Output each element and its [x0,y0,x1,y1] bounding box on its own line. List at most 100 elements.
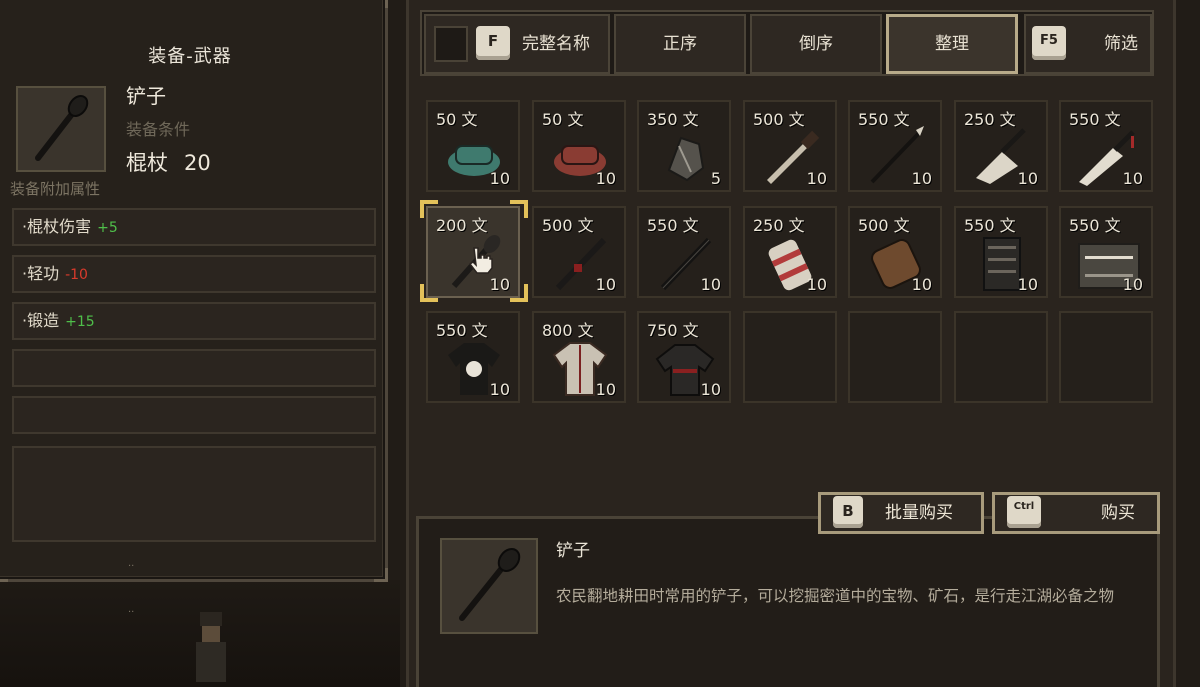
hand-cursor-icon [468,247,493,274]
panel-corner-ornament [374,0,388,8]
item-price: 500 文 [858,216,910,235]
item-quantity: 10 [911,275,932,294]
scroll-dots: .. [128,604,135,615]
attr-label: ·锻造 [22,311,60,330]
item-quantity: 10 [1122,275,1143,294]
item-quantity: 10 [1122,169,1143,188]
item-slot[interactable]: 550 文 10 [1059,206,1153,298]
panel-corner-ornament [0,568,8,582]
item-quantity: 10 [911,169,932,188]
key-b-icon: B [833,496,863,528]
bulk-buy-label: 批量购买 [885,503,953,523]
empty-item-slot[interactable] [848,311,942,403]
item-slot[interactable]: 550 文 10 [848,100,942,192]
item-price: 550 文 [1069,216,1121,235]
equipped-item-slot[interactable] [16,86,106,172]
item-price: 200 文 [436,216,488,235]
item-slot[interactable]: 550 文 10 [637,206,731,298]
key-f-icon: F [476,26,510,60]
selection-corner [510,200,528,218]
item-price: 550 文 [436,321,488,340]
tab-full-name[interactable]: F 完整名称 [424,14,610,74]
attr-row: ·轻功 -10 [12,255,376,293]
item-quantity: 10 [595,169,616,188]
stat-label: 棍杖 [126,151,168,175]
scroll-dots: .. [128,558,135,569]
item-quantity: 10 [700,380,721,399]
item-slot[interactable]: 350 文 5 [637,100,731,192]
dark-ore-icon [667,136,705,182]
buy-label: 购买 [1101,503,1135,523]
item-slot[interactable]: 250 文 10 [954,100,1048,192]
item-slot[interactable]: 50 文 10 [532,100,626,192]
item-quantity: 10 [1017,275,1038,294]
item-slot[interactable]: 800 文 10 [532,311,626,403]
tab-label: 筛选 [1104,34,1138,54]
key-ctrl-icon: Ctrl [1007,496,1041,528]
tab-organize[interactable]: 整理 [886,14,1018,74]
attr-row-empty [12,349,376,387]
description-item-icon-box [440,538,538,634]
tab-filter[interactable]: F5 筛选 [1024,14,1152,74]
item-slot[interactable]: 550 文 10 [954,206,1048,298]
item-slot[interactable]: 500 文 10 [532,206,626,298]
item-price: 550 文 [858,110,910,129]
panel-title: 装备-武器 [148,46,232,67]
tab-label: 正序 [663,34,697,54]
item-slot[interactable]: 250 文 10 [743,206,837,298]
key-f5-icon: F5 [1032,26,1066,60]
tab-label: 完整名称 [522,34,590,54]
item-price: 250 文 [753,216,805,235]
empty-item-slot[interactable] [743,311,837,403]
shovel-icon [459,548,521,621]
buy-button[interactable]: Ctrl 购买 [992,492,1160,534]
equip-condition-label: 装备条件 [126,120,191,139]
attr-row-empty [12,396,376,434]
empty-item-slot[interactable] [954,311,1048,403]
bulk-buy-button[interactable]: B 批量购买 [818,492,984,534]
attr-value: -10 [65,267,88,283]
item-price: 500 文 [753,110,805,129]
attr-value: +15 [65,314,95,330]
item-price: 750 文 [647,321,699,340]
item-quantity: 10 [595,275,616,294]
item-quantity: 10 [806,275,827,294]
item-slot[interactable]: 50 文 10 [426,100,520,192]
tab-label: 倒序 [799,34,833,54]
stat-value: 20 [184,151,211,175]
item-slot[interactable]: 550 文 10 [426,311,520,403]
item-slot[interactable]: 500 文 10 [743,100,837,192]
tab-label: 整理 [935,34,969,54]
item-price: 550 文 [647,216,699,235]
item-slot[interactable]: 750 文 10 [637,311,731,403]
selection-corner [420,284,438,302]
tab-descending[interactable]: 倒序 [750,14,882,74]
item-quantity: 10 [700,275,721,294]
item-price: 250 文 [964,110,1016,129]
attr-label: ·轻功 [22,264,60,283]
empty-item-slot[interactable] [1059,311,1153,403]
attr-value: +5 [97,220,118,236]
description-item-name: 铲子 [556,541,590,561]
item-quantity: 10 [489,169,510,188]
attr-row: ·锻造 +15 [12,302,376,340]
tab-ascending[interactable]: 正序 [614,14,746,74]
item-quantity: 5 [710,169,721,188]
selection-corner [510,284,528,302]
item-price: 50 文 [436,110,478,129]
shovel-icon [35,95,89,161]
item-quantity: 10 [1017,169,1038,188]
item-price: 500 文 [542,216,594,235]
panel-corner-ornament [374,568,388,582]
item-slot[interactable]: 500 文 10 [848,206,942,298]
item-quantity: 10 [595,380,616,399]
item-slot[interactable]: 550 文 10 [1059,100,1153,192]
npc-figure-icon [196,612,226,682]
attr-heading: 装备附加属性 [10,180,101,198]
attr-row: ·棍杖伤害 +5 [12,208,376,246]
checkbox[interactable] [434,26,468,62]
item-price: 550 文 [964,216,1016,235]
attr-label: ·棍杖伤害 [22,217,92,236]
item-price: 350 文 [647,110,699,129]
item-price: 550 文 [1069,110,1121,129]
